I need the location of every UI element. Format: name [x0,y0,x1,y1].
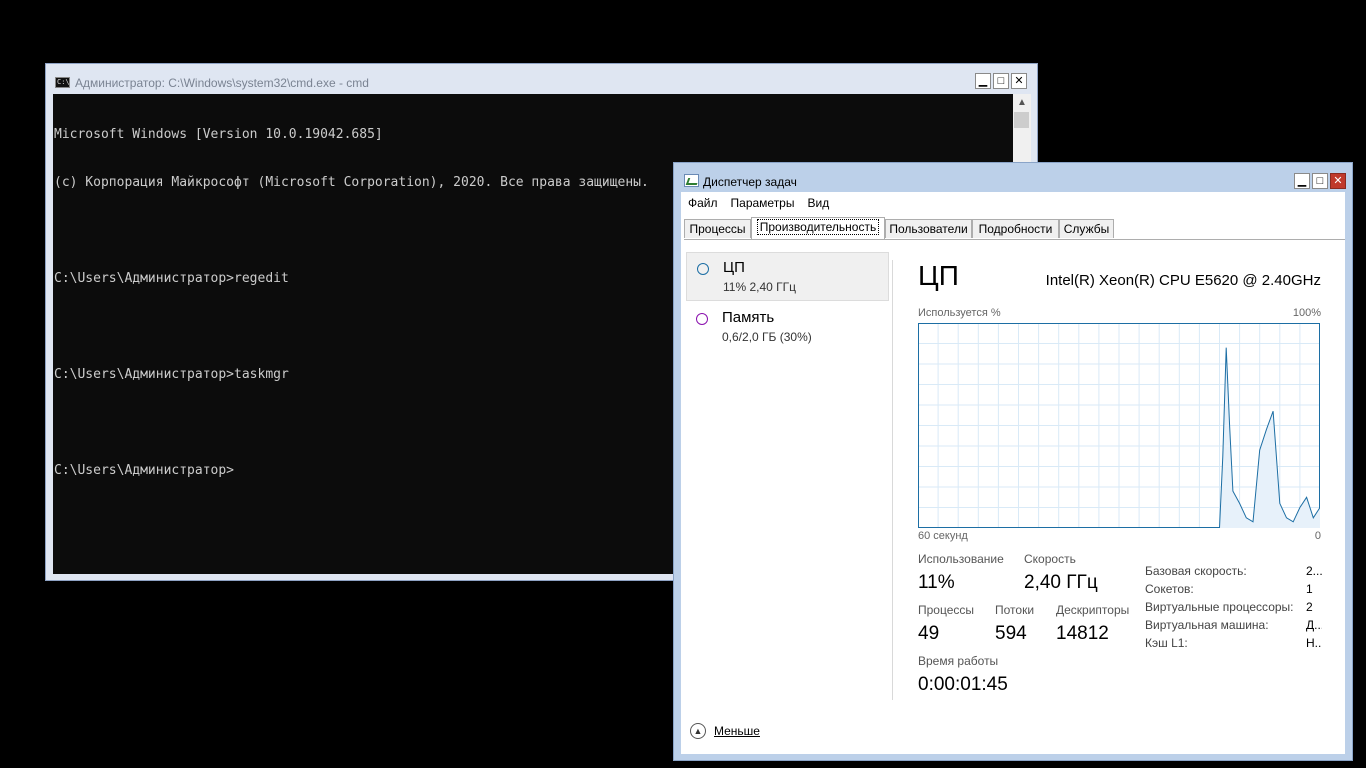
cpu-model: Intel(R) Xeon(R) CPU E5620 @ 2.40GHz [1045,272,1321,289]
chevron-up-icon: ▲ [690,723,706,739]
menu-bar: Файл Параметры Вид [681,192,1345,214]
minimize-button[interactable]: ▁ [1294,173,1310,189]
tab-label: Производительность [756,219,880,235]
stat-label: Использование [918,552,1004,566]
stat-value: 14812 [1056,623,1109,644]
memory-circle-icon [696,313,708,325]
property-key: Виртуальные процессоры: [1145,600,1294,614]
stat-uptime: Время работы 0:00:01:45 [918,654,1008,696]
stat-value: 11% [918,572,955,593]
property-row: Сокетов: 1 [1145,582,1325,600]
property-row: Виртуальная машина: Д... [1145,618,1325,636]
cmd-titlebar[interactable]: C:\ Администратор: C:\Windows\system32\c… [46,64,1037,94]
task-manager-title: Диспетчер задач [703,175,797,189]
perf-heading: ЦП [918,260,959,291]
close-button[interactable]: ✕ [1011,73,1027,89]
maximize-button[interactable]: □ [1312,173,1328,189]
stat-label: Время работы [918,654,999,668]
task-manager-window[interactable]: Диспетчер задач ▁ □ ✕ Файл Параметры Вид… [673,162,1353,761]
nav-item-sub: 11% 2,40 ГГц [723,280,797,294]
fewer-details-button[interactable]: ▲ Меньше [690,721,760,741]
close-button[interactable]: ✕ [1330,173,1346,189]
stat-label: Скорость [1024,552,1076,566]
stat-speed: Скорость 2,40 ГГц [1024,552,1098,594]
property-row: Кэш L1: Н... [1145,636,1325,654]
console-line: Microsoft Windows [Version 10.0.19042.68… [54,127,383,142]
property-value: 1 [1306,582,1313,596]
nav-divider [892,260,893,700]
graph-y-label: Используется % [918,307,1001,319]
property-key: Кэш L1: [1145,636,1188,650]
property-key: Базовая скорость: [1145,564,1247,578]
task-manager-titlebar[interactable]: Диспетчер задач ▁ □ ✕ [674,163,1352,192]
graph-x-label: 60 секунд [918,530,968,542]
scroll-thumb[interactable] [1014,112,1029,128]
menu-view[interactable]: Вид [800,192,835,214]
tab-label: Службы [1063,222,1110,236]
property-value: 2 [1306,600,1313,614]
cpu-properties: Базовая скорость: 2... Сокетов: 1 Виртуа… [1145,564,1325,654]
tab-services[interactable]: Службы [1059,219,1114,238]
stat-value: 49 [918,623,940,644]
tab-strip: Процессы Производительность Пользователи… [684,217,1345,240]
cpu-circle-icon [697,263,709,275]
minimize-button[interactable]: ▁ [975,73,991,89]
stat-handles: Дескрипторы 14812 [1056,603,1129,645]
stat-threads: Потоки 594 [995,603,1034,645]
stat-label: Дескрипторы [1056,603,1130,617]
property-value: Д... [1306,618,1322,632]
property-value: 2... [1306,564,1322,578]
stat-utilization: Использование 11% [918,552,1004,594]
scroll-up-arrow-icon[interactable]: ▲ [1013,94,1031,111]
maximize-button[interactable]: □ [993,73,1009,89]
cpu-usage-graph [918,323,1320,528]
tab-processes[interactable]: Процессы [684,219,751,238]
property-row: Виртуальные процессоры: 2 [1145,600,1325,618]
nav-item-sub: 0,6/2,0 ГБ (30%) [722,330,812,344]
tab-users[interactable]: Пользователи [885,219,972,238]
nav-item-cpu[interactable]: ЦП 11% 2,40 ГГц [686,252,889,301]
graph-y-max: 100% [1292,307,1321,319]
task-manager-icon [684,174,699,187]
stat-value: 594 [995,623,1027,644]
performance-nav: ЦП 11% 2,40 ГГц Память 0,6/2,0 ГБ (30%) [681,240,893,700]
graph-x-min: 0 [1314,530,1321,542]
fewer-details-label: Меньше [714,724,760,738]
cmd-title: Администратор: C:\Windows\system32\cmd.e… [75,76,369,90]
tab-label: Подробности [978,222,1053,236]
stat-value: 2,40 ГГц [1024,572,1098,593]
nav-item-label: Память [722,309,775,326]
property-key: Виртуальная машина: [1145,618,1269,632]
tab-label: Процессы [689,222,746,236]
property-row: Базовая скорость: 2... [1145,564,1325,582]
stat-label: Процессы [918,603,975,617]
stat-label: Потоки [995,603,1035,617]
stat-value: 0:00:01:45 [918,674,1008,695]
property-value: Н... [1306,636,1322,650]
tab-label: Пользователи [889,222,968,236]
property-key: Сокетов: [1145,582,1194,596]
tab-details[interactable]: Подробности [972,219,1059,238]
tab-performance[interactable]: Производительность [751,217,885,239]
menu-options[interactable]: Параметры [724,192,801,214]
menu-file[interactable]: Файл [681,192,724,214]
task-manager-client: Файл Параметры Вид Процессы Производител… [681,192,1345,754]
console-icon: C:\ [55,77,70,88]
nav-item-memory[interactable]: Память 0,6/2,0 ГБ (30%) [686,303,889,352]
stat-processes: Процессы 49 [918,603,974,645]
nav-item-label: ЦП [723,259,745,276]
